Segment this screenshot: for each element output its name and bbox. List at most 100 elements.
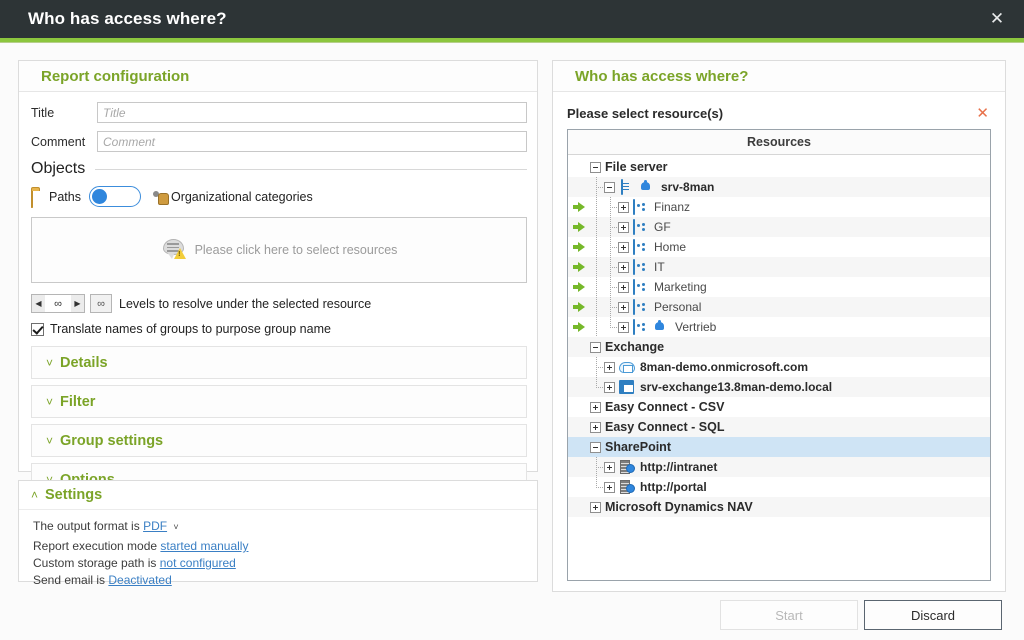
tree-guide bbox=[604, 217, 618, 237]
accordion-filter-label: Filter bbox=[60, 393, 96, 410]
close-icon[interactable]: ✕ bbox=[974, 104, 991, 122]
translate-groups-checkbox[interactable] bbox=[31, 322, 44, 336]
chevron-down-icon: ˅ bbox=[46, 433, 54, 448]
dropzone-text: Please click here to select resources bbox=[194, 243, 398, 257]
send-email-link[interactable]: Deactivated bbox=[108, 573, 171, 587]
expand-icon[interactable] bbox=[590, 421, 601, 433]
tree-row[interactable]: Easy Connect - SQL bbox=[568, 417, 990, 437]
cloud-mail-icon bbox=[619, 360, 636, 375]
expand-icon[interactable] bbox=[618, 321, 629, 333]
storage-path-prefix: Custom storage path is bbox=[33, 556, 157, 570]
title-input[interactable] bbox=[97, 102, 527, 123]
levels-spinner[interactable]: ◀ ∞ ▶ bbox=[31, 294, 85, 313]
collapse-icon[interactable] bbox=[590, 341, 601, 353]
close-icon[interactable]: ✕ bbox=[970, 0, 1024, 38]
tree-node-label: Easy Connect - CSV bbox=[605, 400, 725, 414]
output-format-line: The output format is PDF ˅ bbox=[33, 519, 537, 533]
paths-categories-toggle[interactable] bbox=[88, 186, 141, 207]
comment-input[interactable] bbox=[97, 131, 527, 152]
levels-value: ∞ bbox=[54, 297, 62, 310]
tree-node-label: Microsoft Dynamics NAV bbox=[605, 500, 753, 514]
objects-mode-toggle-row: Paths Organizational categories bbox=[31, 186, 527, 208]
tree-row[interactable]: Finanz bbox=[568, 197, 990, 217]
storage-path-link[interactable]: not configured bbox=[160, 556, 236, 570]
accordion-details[interactable]: ˅ Details bbox=[31, 346, 527, 379]
collapse-icon[interactable] bbox=[604, 181, 615, 193]
expand-icon[interactable] bbox=[590, 401, 601, 413]
tree-row[interactable]: Marketing bbox=[568, 277, 990, 297]
resource-selection-panel: Who has access where? Please select reso… bbox=[552, 60, 1006, 592]
expand-icon[interactable] bbox=[618, 281, 629, 293]
accordion-filter[interactable]: ˅ Filter bbox=[31, 385, 527, 418]
settings-header[interactable]: ˄ Settings bbox=[19, 481, 537, 510]
tree-row[interactable]: Easy Connect - CSV bbox=[568, 397, 990, 417]
report-configuration-header: Report configuration bbox=[19, 61, 537, 92]
translate-groups-row[interactable]: Translate names of groups to purpose gro… bbox=[31, 322, 527, 336]
expand-icon[interactable] bbox=[604, 461, 615, 473]
expand-icon[interactable] bbox=[604, 381, 615, 393]
tree-guide bbox=[590, 237, 604, 257]
tree-row[interactable]: http://intranet bbox=[568, 457, 990, 477]
accordion-group-settings[interactable]: ˅ Group settings bbox=[31, 424, 527, 457]
share-folder-icon bbox=[633, 238, 650, 255]
send-email-prefix: Send email is bbox=[33, 573, 106, 587]
share-folder-icon bbox=[633, 298, 650, 315]
collapse-icon[interactable] bbox=[590, 161, 601, 173]
tree-node-label: GF bbox=[654, 220, 671, 234]
discard-button[interactable]: Discard bbox=[864, 600, 1002, 630]
expand-icon[interactable] bbox=[618, 201, 629, 213]
tree-guide bbox=[590, 297, 604, 317]
green-arrow-icon bbox=[568, 262, 590, 272]
tree-guide bbox=[590, 217, 604, 237]
expand-icon[interactable] bbox=[604, 481, 615, 493]
tree-guide bbox=[604, 197, 618, 217]
collapse-icon[interactable] bbox=[590, 441, 601, 453]
tree-row[interactable]: srv-8man bbox=[568, 177, 990, 197]
tree-row[interactable]: Microsoft Dynamics NAV bbox=[568, 497, 990, 517]
levels-infinity-button[interactable]: ∞ bbox=[90, 294, 112, 313]
expand-icon[interactable] bbox=[618, 301, 629, 313]
levels-label: Levels to resolve under the selected res… bbox=[119, 296, 372, 311]
tree-row[interactable]: Personal bbox=[568, 297, 990, 317]
tree-node-label: http://intranet bbox=[640, 460, 718, 474]
tree-node-label: Marketing bbox=[654, 280, 707, 294]
tree-row[interactable]: Exchange bbox=[568, 337, 990, 357]
tree-guide bbox=[604, 257, 618, 277]
tree-node-label: 8man-demo.onmicrosoft.com bbox=[640, 360, 809, 374]
expand-icon[interactable] bbox=[618, 261, 629, 273]
output-format-link[interactable]: PDF bbox=[143, 519, 167, 533]
expand-icon[interactable] bbox=[618, 221, 629, 233]
output-format-prefix: The output format is bbox=[33, 519, 140, 533]
tree-guide bbox=[604, 317, 618, 337]
objects-section-legend: Objects bbox=[31, 160, 527, 178]
tree-node-label: Exchange bbox=[605, 340, 665, 354]
tree-row[interactable]: http://portal bbox=[568, 477, 990, 497]
tree-row[interactable]: Vertrieb bbox=[568, 317, 990, 337]
tree-guide bbox=[590, 477, 604, 497]
tree-row[interactable]: IT bbox=[568, 257, 990, 277]
tree-row[interactable]: Home bbox=[568, 237, 990, 257]
expand-icon[interactable] bbox=[618, 241, 629, 253]
tree-node-label: Vertrieb bbox=[675, 320, 717, 334]
start-button[interactable]: Start bbox=[720, 600, 858, 630]
tree-row[interactable]: File server bbox=[568, 157, 990, 177]
tree-row[interactable]: GF bbox=[568, 217, 990, 237]
chevron-up-icon: ˄ bbox=[31, 488, 39, 502]
resource-subtitle: Please select resource(s) bbox=[567, 105, 724, 121]
execution-mode-link[interactable]: started manually bbox=[160, 539, 248, 553]
tree-guide bbox=[590, 257, 604, 277]
caret-right-icon[interactable]: ▶ bbox=[71, 295, 84, 312]
resources-tree: Resources File server srv-8man Finanz GF Hom… bbox=[567, 129, 991, 581]
tree-row[interactable]: srv-exchange13.8man-demo.local bbox=[568, 377, 990, 397]
tree-row[interactable]: SharePoint bbox=[568, 437, 990, 457]
paths-label: Paths bbox=[49, 189, 81, 204]
tree-row[interactable]: 8man-demo.onmicrosoft.com bbox=[568, 357, 990, 377]
execution-mode-prefix: Report execution mode bbox=[33, 539, 158, 553]
tree-node-label: SharePoint bbox=[605, 440, 671, 454]
expand-icon[interactable] bbox=[590, 501, 601, 513]
expand-icon[interactable] bbox=[604, 361, 615, 373]
send-email-line: Send email is Deactivated bbox=[33, 573, 537, 587]
caret-left-icon[interactable]: ◀ bbox=[32, 295, 45, 312]
chevron-down-icon[interactable]: ˅ bbox=[173, 522, 178, 532]
resource-dropzone[interactable]: Please click here to select resources bbox=[31, 217, 527, 283]
